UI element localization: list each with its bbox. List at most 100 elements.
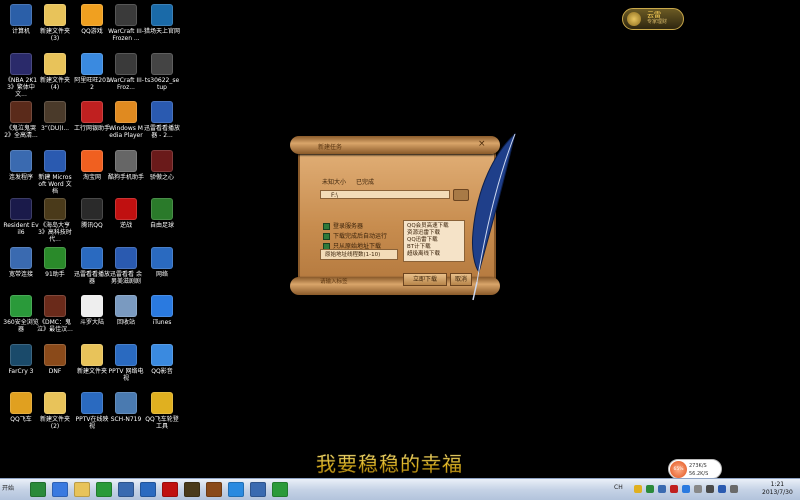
desktop-icon[interactable]: 工行网银助手 — [74, 101, 110, 132]
desktop-icon[interactable]: 新建文件夹 (3) — [37, 4, 73, 42]
server-list[interactable]: QQ会员高速下载 资源迅雷下载 QQ迅雷下载 BT计下载 超级离线下载 — [403, 220, 465, 262]
desktop-icon[interactable]: 《鬼泣鬼哭2》全高清... — [3, 101, 39, 139]
thread-count-input[interactable]: 原始地址线程数(1-10) — [320, 249, 398, 260]
explorer-icon[interactable] — [74, 482, 90, 497]
desktop-icon[interactable]: DNF — [37, 343, 73, 375]
desktop-icon[interactable]: Resident Evil6 — [3, 198, 39, 236]
desktop-icon[interactable]: 斗罗大陆 — [74, 295, 110, 326]
desktop-icon-label: QQ影音 — [151, 367, 173, 375]
setup-icon — [151, 52, 173, 75]
desktop-icon[interactable]: 新建文件夹 (4) — [37, 52, 73, 91]
desktop-icon[interactable]: iTunes — [144, 295, 180, 326]
server-item[interactable]: QQ会员高速下载 — [407, 223, 461, 230]
desktop-icon[interactable]: 逆战 — [108, 198, 144, 229]
tray-qq-icon[interactable] — [682, 485, 690, 493]
start-button[interactable]: 开始 — [2, 481, 26, 497]
phone-icon — [115, 392, 137, 414]
desktop-icon[interactable]: 阿里旺旺2012 — [74, 52, 110, 91]
server-item[interactable]: BT计下载 — [407, 244, 461, 251]
desktop-icon[interactable]: 猎场天上官网 — [144, 4, 180, 35]
net-speed-widget[interactable]: 65% 273K/S 56.2K/S — [668, 459, 722, 479]
checkbox-icon — [323, 223, 330, 230]
tray-app-icon[interactable] — [670, 485, 678, 493]
server-item[interactable]: 超级离线下载 — [407, 251, 461, 258]
monitor-icon[interactable] — [250, 482, 266, 497]
desktop-icon-label: 91助手 — [45, 270, 65, 278]
desktop-icon[interactable]: 腾讯QQ — [74, 198, 110, 229]
desktop-icon[interactable]: WarCraft III-Froz... — [108, 52, 144, 91]
tray-chevron-icon[interactable] — [730, 485, 738, 493]
tray-shield-icon[interactable] — [634, 485, 642, 493]
desktop-icon[interactable]: PPTV在线映视 — [74, 392, 110, 430]
option-auto-run[interactable]: 下载完成后自动运行 — [323, 231, 387, 240]
desktop-icon[interactable]: 新建文件夹 — [74, 343, 110, 375]
input-language-indicator[interactable]: CH — [614, 484, 623, 491]
browser-icon[interactable] — [272, 482, 288, 497]
download-speed: 56.2K/S — [689, 471, 709, 477]
badge-text: 云雷 专家理财 — [647, 12, 667, 26]
icbc-icon — [81, 101, 103, 123]
download-now-button[interactable]: 立即下载 — [403, 273, 447, 286]
pptv-icon — [115, 343, 137, 366]
media-icon[interactable] — [140, 482, 156, 497]
save-path-input[interactable]: F:\ — [320, 190, 450, 199]
desktop-icon[interactable]: 迅雷看看播放器 - 2... — [144, 101, 180, 139]
desktop-icon[interactable]: QQ飞车 — [3, 392, 39, 423]
desktop-icon[interactable]: SCH-N719 — [108, 392, 144, 423]
desktop-icon[interactable]: 新建文件夹 (2) — [37, 392, 73, 430]
tray-network-icon[interactable] — [658, 485, 666, 493]
corner-badge[interactable]: 云雷 专家理财 — [622, 8, 684, 30]
qq-icon[interactable] — [228, 482, 244, 497]
nizhan-icon[interactable] — [162, 482, 178, 497]
desktop-icon-label: iTunes — [152, 319, 172, 326]
desktop-icon[interactable]: 自由足球 — [144, 198, 180, 229]
desktop-icon[interactable]: 骄傲之心 — [144, 149, 180, 181]
360-icon[interactable] — [96, 482, 112, 497]
tag-checkbox[interactable]: 请输入标签 — [320, 277, 348, 285]
desktop-icon[interactable]: 回收站 — [108, 295, 144, 326]
desktop-icon[interactable]: PPTV 网络电视 — [108, 343, 144, 382]
tray-360-icon[interactable] — [646, 485, 654, 493]
option-login-server[interactable]: 登录服务器 — [323, 221, 363, 230]
thunder-icon[interactable] — [118, 482, 134, 497]
game-icon[interactable] — [184, 482, 200, 497]
taobao-icon — [81, 149, 103, 172]
media-player-icon — [115, 101, 137, 123]
desktop-icon[interactable]: 《NBA 2K13》繁体中文... — [3, 52, 39, 98]
server-item[interactable]: 资源迅雷下载 — [407, 230, 461, 237]
desktop-icon[interactable]: FarCry 3 — [3, 343, 39, 375]
desktop-icon[interactable]: 360安全浏览器 — [3, 295, 39, 333]
desktop-icon[interactable]: 网络 — [144, 246, 180, 278]
desktop-icon[interactable]: QQ影音 — [144, 343, 180, 375]
ie-icon[interactable] — [52, 482, 68, 497]
desktop-icon[interactable]: 淘宝网 — [74, 149, 110, 181]
start-orb-icon[interactable] — [30, 482, 46, 497]
desktop-icon[interactable]: QQ游戏 — [74, 4, 110, 35]
desktop-icon[interactable]: QQ飞车轮登工具 — [144, 392, 180, 430]
tray-volume-icon[interactable] — [694, 485, 702, 493]
desktop-icon-label: 新建 Microsoft Word 文档 — [38, 173, 72, 195]
desktop-icon[interactable]: 《海岛大亨3》高科技时代... — [37, 198, 73, 243]
desktop-icon[interactable]: 《DMC：鬼泣》最佳汉... — [37, 295, 73, 333]
system-clock[interactable]: 1:21 2013/7/30 — [762, 481, 793, 497]
completed-dropdown[interactable]: 已完成 — [356, 179, 374, 186]
desktop-icon[interactable]: 计算机 — [3, 4, 39, 35]
desktop-icon[interactable]: 酷狗手机助手 — [108, 149, 144, 181]
desktop-icon[interactable]: 3”(DU)I... — [37, 101, 73, 132]
desktop-icon-label: 新建文件夹 (3) — [39, 28, 70, 42]
desktop-icon[interactable]: 迅雷看看 余男美滋剧剧 — [108, 246, 144, 285]
tray-power-icon[interactable] — [706, 485, 714, 493]
dnf-icon[interactable] — [206, 482, 222, 497]
document-icon — [81, 295, 103, 317]
desktop-icon[interactable]: 连发程序 — [3, 149, 39, 181]
desktop-icon[interactable]: 迅雷看看播放器 — [74, 246, 110, 285]
desktop-icon[interactable]: 新建 Microsoft Word 文档 — [37, 149, 73, 195]
desktop-icon[interactable]: 91助手 — [37, 246, 73, 278]
server-item[interactable]: QQ迅雷下载 — [407, 237, 461, 244]
desktop-icon[interactable]: Windows Media Player — [108, 101, 144, 139]
tray-flag-icon[interactable] — [718, 485, 726, 493]
desktop-icon[interactable]: ts30622_setup — [144, 52, 180, 91]
desktop-icon[interactable]: 宽带连接 — [3, 246, 39, 278]
desktop-icon[interactable]: WarCraft III-Frozen ... — [108, 4, 144, 42]
warcraft-icon — [115, 4, 137, 26]
